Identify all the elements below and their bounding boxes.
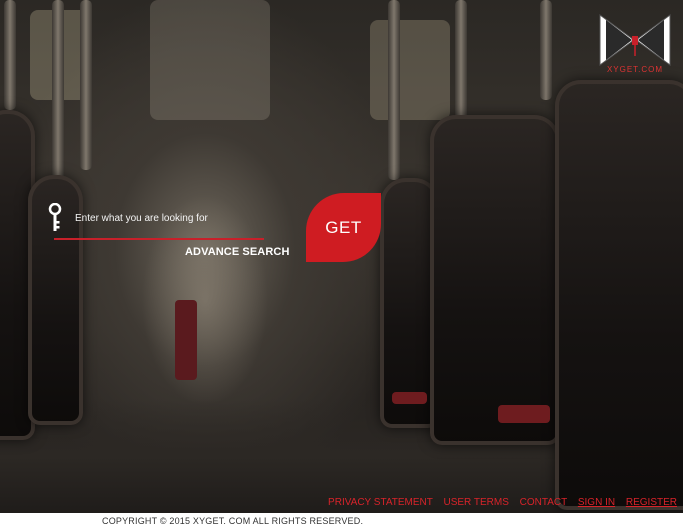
register-link[interactable]: REGISTER bbox=[626, 497, 677, 508]
bowtie-logo-icon bbox=[599, 14, 671, 66]
copyright-text: COPYRIGHT © 2015 XYGET. COM ALL RIGHTS R… bbox=[102, 516, 364, 526]
privacy-statement-link[interactable]: PRIVACY STATEMENT bbox=[328, 497, 433, 508]
user-terms-link[interactable]: USER TERMS bbox=[443, 497, 508, 508]
search-underline bbox=[54, 238, 264, 240]
footer-links: PRIVACY STATEMENT USER TERMS CONTACT SIG… bbox=[320, 497, 677, 508]
logo-text: XYGET.COM bbox=[606, 65, 664, 74]
contact-link[interactable]: CONTACT bbox=[520, 497, 567, 508]
ceiling-light bbox=[150, 0, 270, 120]
seat-cushion bbox=[392, 392, 427, 404]
person-silhouette bbox=[175, 300, 197, 380]
seat bbox=[430, 115, 560, 445]
pole bbox=[455, 0, 467, 120]
sign-in-link[interactable]: SIGN IN bbox=[578, 497, 615, 508]
advance-search-link[interactable]: ADVANCE SEARCH bbox=[185, 246, 289, 258]
search-input[interactable] bbox=[75, 209, 260, 227]
pole bbox=[80, 0, 92, 170]
pole bbox=[540, 0, 552, 100]
search-box bbox=[48, 203, 264, 241]
key-icon bbox=[48, 203, 62, 231]
footer-bar: COPYRIGHT © 2015 XYGET. COM ALL RIGHTS R… bbox=[0, 513, 683, 531]
site-logo[interactable]: XYGET.COM bbox=[598, 12, 672, 76]
window-light bbox=[370, 20, 450, 120]
seat-cushion bbox=[498, 405, 550, 423]
pole bbox=[4, 0, 16, 110]
pole bbox=[52, 0, 64, 190]
seat bbox=[555, 80, 683, 510]
pole bbox=[388, 0, 400, 180]
